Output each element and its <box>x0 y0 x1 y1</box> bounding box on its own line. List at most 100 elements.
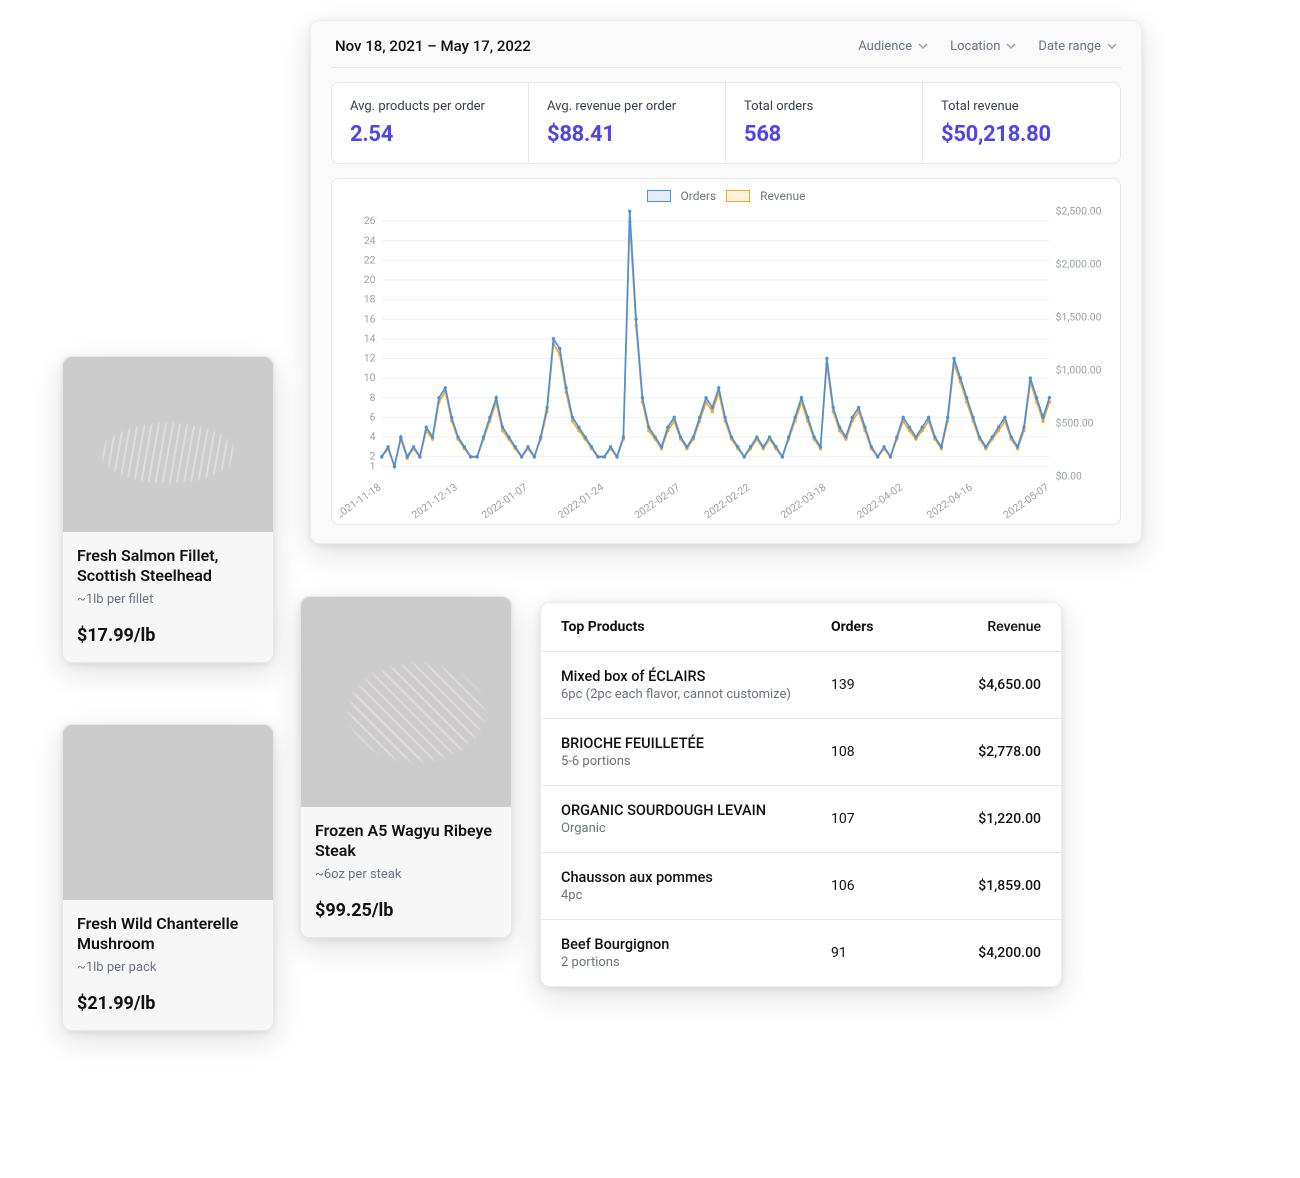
svg-text:24: 24 <box>364 234 376 247</box>
stat-label: Avg. products per order <box>350 99 510 114</box>
column-header-orders: Orders <box>831 619 921 635</box>
filter-audience[interactable]: Audience <box>858 39 928 54</box>
svg-text:4: 4 <box>370 430 376 443</box>
product-title: Fresh Wild Chanterelle Mushroom <box>77 914 259 954</box>
product-name: BRIOCHE FEUILLETÉE <box>561 735 831 752</box>
product-card-salmon[interactable]: Fresh Salmon Fillet, Scottish Steelhead … <box>62 356 274 663</box>
filter-location[interactable]: Location <box>950 39 1016 54</box>
product-subtitle: Organic <box>561 821 831 836</box>
legend-label-revenue: Revenue <box>760 189 805 203</box>
dashboard-panel: Nov 18, 2021 – May 17, 2022 Audience Loc… <box>310 20 1142 544</box>
product-price: $21.99/lb <box>77 993 259 1014</box>
chevron-down-icon <box>1006 41 1016 51</box>
product-card-wagyu[interactable]: Frozen A5 Wagyu Ribeye Steak ~6oz per st… <box>300 596 512 938</box>
svg-text:8: 8 <box>370 391 376 404</box>
chart-legend: Orders Revenue <box>340 189 1112 203</box>
product-subtitle: ~1lb per pack <box>77 960 259 975</box>
stat-label: Total revenue <box>941 99 1102 114</box>
product-card-body: Fresh Salmon Fillet, Scottish Steelhead … <box>63 532 273 662</box>
svg-text:2022-02-22: 2022-02-22 <box>702 480 753 517</box>
orders-value: 106 <box>831 878 921 894</box>
svg-text:16: 16 <box>364 312 376 325</box>
product-subtitle: 2 portions <box>561 955 831 970</box>
filter-date-range[interactable]: Date range <box>1038 39 1117 54</box>
stat-value: $88.41 <box>547 122 707 147</box>
chevron-down-icon <box>918 41 928 51</box>
svg-text:26: 26 <box>364 214 376 227</box>
svg-text:12: 12 <box>364 352 376 365</box>
table-row[interactable]: BRIOCHE FEUILLETÉE 5-6 portions108$2,778.… <box>541 719 1061 786</box>
legend-swatch-revenue <box>726 190 750 202</box>
column-header-revenue: Revenue <box>921 619 1041 635</box>
revenue-value: $1,220.00 <box>921 811 1041 827</box>
product-name: ORGANIC SOURDOUGH LEVAIN <box>561 802 831 819</box>
orders-value: 107 <box>831 811 921 827</box>
product-title: Frozen A5 Wagyu Ribeye Steak <box>315 821 497 861</box>
revenue-value: $4,650.00 <box>921 677 1041 693</box>
stats-row: Avg. products per order 2.54 Avg. revenu… <box>331 82 1121 164</box>
svg-text:$0.00: $0.00 <box>1056 469 1082 482</box>
product-price: $17.99/lb <box>77 625 259 646</box>
product-subtitle: 5-6 portions <box>561 754 831 769</box>
svg-text:6: 6 <box>370 410 376 423</box>
top-products-rows: Mixed box of ÉCLAIRS 6pc (2pc each flavor… <box>541 652 1061 986</box>
svg-text:2: 2 <box>370 450 376 463</box>
svg-text:2022-01-24: 2022-01-24 <box>555 480 606 517</box>
product-card-body: Frozen A5 Wagyu Ribeye Steak ~6oz per st… <box>301 807 511 937</box>
orders-value: 91 <box>831 945 921 961</box>
svg-text:2022-05-07: 2022-05-07 <box>1001 480 1052 517</box>
chart-card: Orders Revenue 12468101214161820222426$0… <box>331 178 1121 525</box>
product-name: Beef Bourgignon <box>561 936 831 953</box>
filter-location-label: Location <box>950 39 1000 54</box>
table-row[interactable]: Chausson aux pommes 4pc106$1,859.00 <box>541 853 1061 920</box>
product-name: Chausson aux pommes <box>561 869 831 886</box>
filter-audience-label: Audience <box>858 39 912 54</box>
table-row[interactable]: Mixed box of ÉCLAIRS 6pc (2pc each flavor… <box>541 652 1061 719</box>
legend-swatch-orders <box>647 190 671 202</box>
product-card-chanterelle[interactable]: Fresh Wild Chanterelle Mushroom ~1lb per… <box>62 724 274 1031</box>
product-subtitle: ~6oz per steak <box>315 867 497 882</box>
revenue-value: $1,859.00 <box>921 878 1041 894</box>
revenue-value: $4,200.00 <box>921 945 1041 961</box>
stat-card-avg-revenue: Avg. revenue per order $88.41 <box>529 83 726 163</box>
svg-text:20: 20 <box>364 273 376 286</box>
stat-value: 568 <box>744 122 904 147</box>
line-chart: 12468101214161820222426$0.00$500.00$1,00… <box>340 205 1112 518</box>
dashboard-header: Nov 18, 2021 – May 17, 2022 Audience Loc… <box>331 21 1121 68</box>
svg-text:$2,000.00: $2,000.00 <box>1056 257 1102 270</box>
product-subtitle: 6pc (2pc each flavor, cannot customize) <box>561 687 831 702</box>
top-products-title: Top Products <box>561 619 831 635</box>
product-subtitle: 4pc <box>561 888 831 903</box>
product-image <box>63 725 273 900</box>
legend-label-orders: Orders <box>681 189 717 203</box>
svg-text:$500.00: $500.00 <box>1056 416 1094 429</box>
svg-text:2021-12-13: 2021-12-13 <box>409 480 460 517</box>
stat-card-avg-products: Avg. products per order 2.54 <box>332 83 529 163</box>
orders-value: 108 <box>831 744 921 760</box>
svg-text:18: 18 <box>364 293 376 306</box>
table-row[interactable]: Beef Bourgignon 2 portions91$4,200.00 <box>541 920 1061 986</box>
svg-text:2022-04-16: 2022-04-16 <box>924 480 975 517</box>
product-card-body: Fresh Wild Chanterelle Mushroom ~1lb per… <box>63 900 273 1030</box>
svg-text:2022-01-07: 2022-01-07 <box>479 480 530 517</box>
svg-text:2022-03-18: 2022-03-18 <box>778 480 829 517</box>
svg-text:$2,500.00: $2,500.00 <box>1056 205 1102 217</box>
top-products-panel: Top Products Orders Revenue Mixed box of… <box>540 602 1062 987</box>
revenue-value: $2,778.00 <box>921 744 1041 760</box>
top-products-header: Top Products Orders Revenue <box>541 603 1061 652</box>
dashboard-filters: Audience Location Date range <box>858 39 1117 54</box>
orders-value: 139 <box>831 677 921 693</box>
svg-text:10: 10 <box>364 371 376 384</box>
stat-card-total-orders: Total orders 568 <box>726 83 923 163</box>
product-title: Fresh Salmon Fillet, Scottish Steelhead <box>77 546 259 586</box>
svg-text:22: 22 <box>364 253 376 266</box>
filter-date-range-label: Date range <box>1038 39 1101 54</box>
product-name: Mixed box of ÉCLAIRS <box>561 668 831 685</box>
svg-text:2022-04-02: 2022-04-02 <box>854 480 905 517</box>
product-image <box>63 357 273 532</box>
stat-value: 2.54 <box>350 122 510 147</box>
svg-text:14: 14 <box>364 332 376 345</box>
table-row[interactable]: ORGANIC SOURDOUGH LEVAIN Organic107$1,220… <box>541 786 1061 853</box>
svg-text:2021-11-18: 2021-11-18 <box>340 480 384 517</box>
date-range-label: Nov 18, 2021 – May 17, 2022 <box>335 37 531 55</box>
